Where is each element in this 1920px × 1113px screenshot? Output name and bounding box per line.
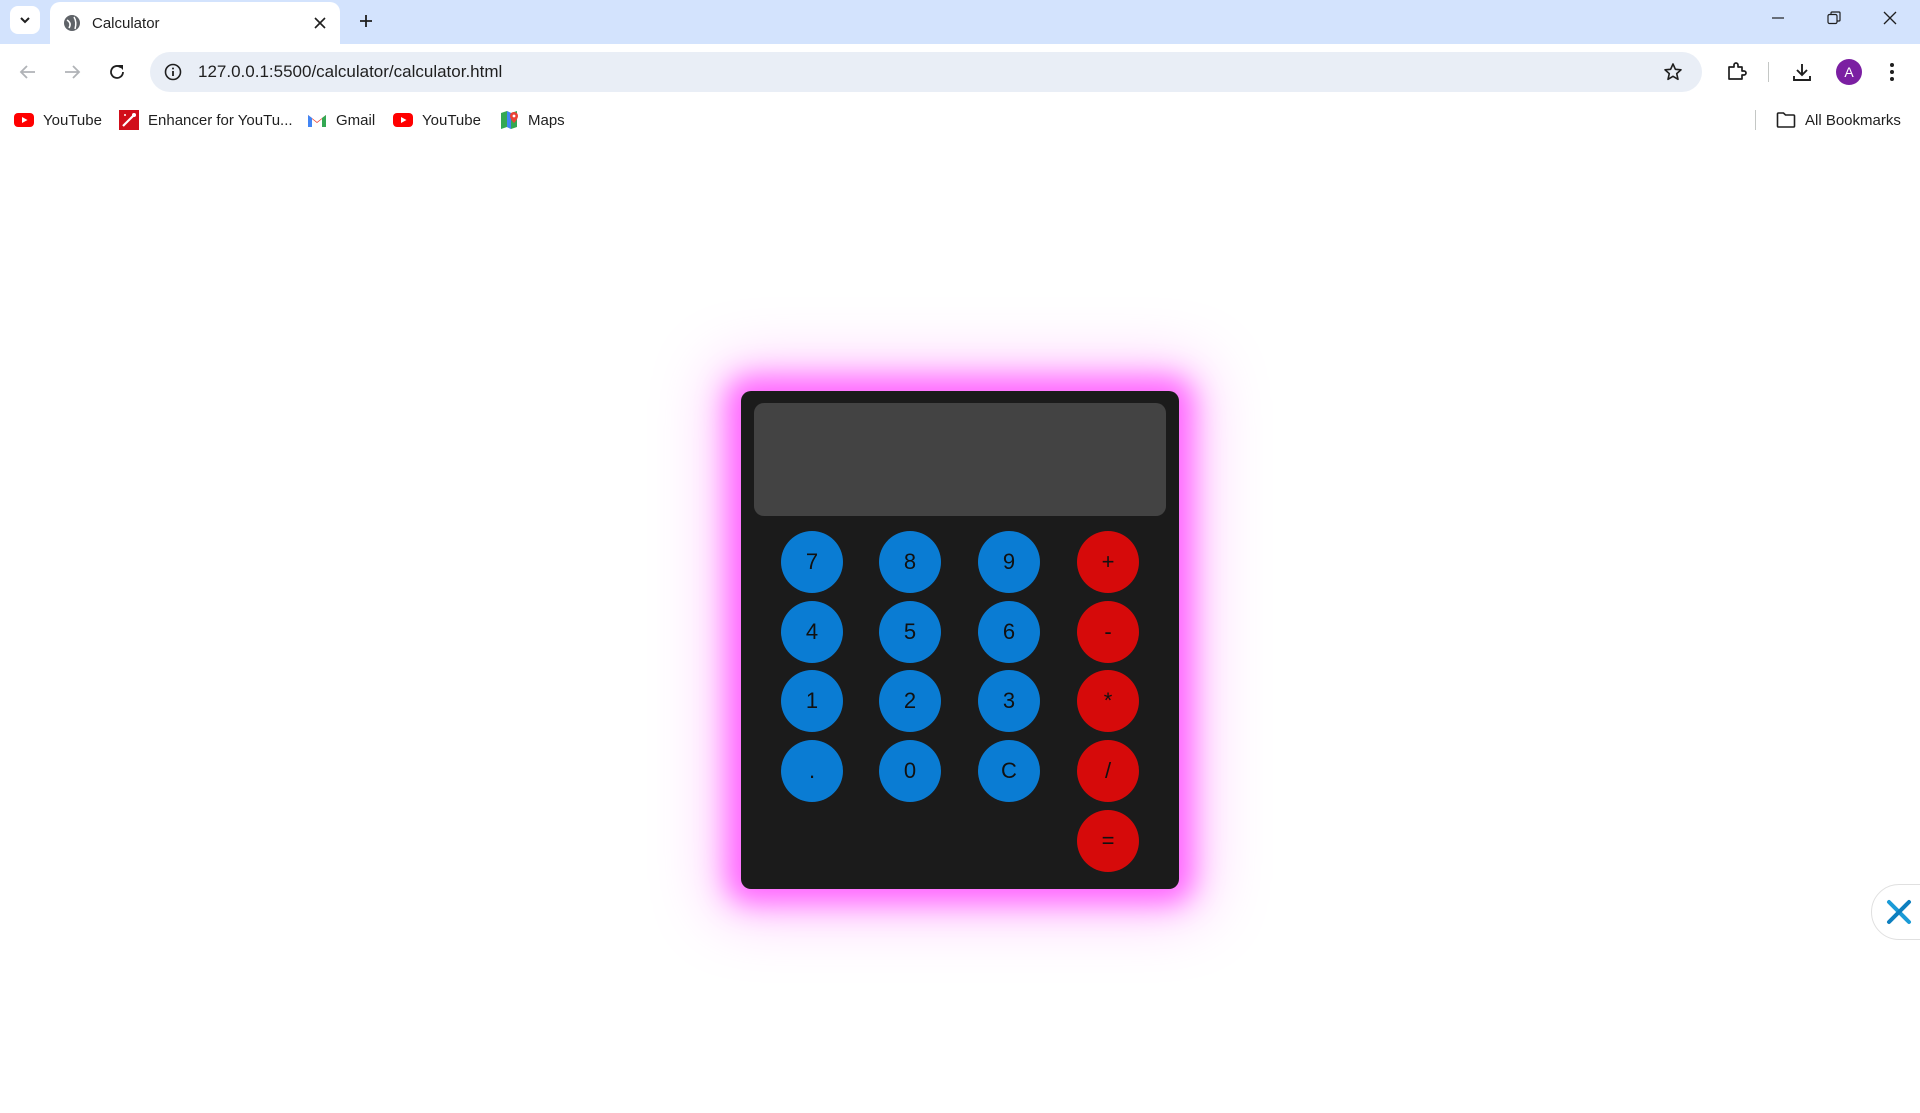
key-3[interactable]: 3: [978, 670, 1040, 732]
reload-icon: [110, 65, 124, 79]
download-icon: [1793, 64, 1811, 81]
bookmark-maps[interactable]: Maps: [499, 108, 565, 132]
calculator-display: [754, 403, 1166, 516]
tab-title: Calculator: [92, 14, 160, 32]
new-tab-button[interactable]: [352, 7, 380, 35]
back-button[interactable]: [12, 56, 44, 88]
restore-icon: [1827, 11, 1841, 25]
menu-button[interactable]: [1876, 56, 1908, 88]
bookmark-label: Enhancer for YouTu...: [148, 111, 293, 129]
key-clear[interactable]: C: [978, 740, 1040, 802]
all-bookmarks-label: All Bookmarks: [1805, 111, 1901, 129]
key-6[interactable]: 6: [978, 601, 1040, 663]
key-1[interactable]: 1: [781, 670, 843, 732]
downloads-button[interactable]: [1786, 56, 1818, 88]
bookmark-label: YouTube: [422, 111, 481, 129]
key-0[interactable]: 0: [879, 740, 941, 802]
plus-icon: [360, 15, 372, 27]
bookmarks-divider: [1755, 110, 1756, 130]
key-5[interactable]: 5: [879, 601, 941, 663]
puzzle-icon: [1728, 62, 1747, 80]
close-tab-icon[interactable]: [308, 11, 332, 35]
profile-avatar[interactable]: A: [1836, 59, 1862, 85]
chevron-down-icon: [20, 17, 30, 24]
extensions-button[interactable]: [1720, 56, 1752, 88]
minimize-icon: [1772, 17, 1784, 19]
reload-button[interactable]: [101, 56, 133, 88]
tab-calculator[interactable]: Calculator: [50, 2, 340, 44]
key-plus[interactable]: +: [1077, 531, 1139, 593]
key-divide[interactable]: /: [1077, 740, 1139, 802]
browser-toolbar: 127.0.0.1:5500/calculator/calculator.htm…: [0, 44, 1920, 100]
globe-icon: [62, 13, 82, 33]
maps-icon: [499, 110, 519, 130]
key-equals[interactable]: =: [1077, 810, 1139, 872]
bookmark-youtube[interactable]: YouTube: [14, 108, 102, 132]
back-arrow-icon: [19, 65, 35, 79]
url-text[interactable]: 127.0.0.1:5500/calculator/calculator.htm…: [198, 62, 1660, 82]
calculator: 7 8 9 + 4 5 6 - 1 2 3 * . 0 C / =: [741, 391, 1179, 889]
site-info-icon[interactable]: [162, 61, 184, 83]
key-decimal[interactable]: .: [781, 740, 843, 802]
minimize-button[interactable]: [1750, 0, 1806, 36]
key-7[interactable]: 7: [781, 531, 843, 593]
address-bar[interactable]: 127.0.0.1:5500/calculator/calculator.htm…: [150, 52, 1702, 92]
youtube-icon: [14, 110, 34, 130]
forward-arrow-icon: [65, 65, 81, 79]
bookmark-label: Gmail: [336, 111, 376, 129]
tab-search-button[interactable]: [10, 6, 40, 34]
key-9[interactable]: 9: [978, 531, 1040, 593]
gmail-icon: [307, 110, 327, 130]
key-2[interactable]: 2: [879, 670, 941, 732]
bookmarks-bar: YouTube Enhancer for YouTu... Gmail YouT…: [0, 100, 1920, 140]
bookmark-label: YouTube: [43, 111, 102, 129]
close-icon: [1883, 11, 1897, 25]
enhancer-icon: [119, 110, 139, 130]
close-window-button[interactable]: [1862, 0, 1918, 36]
bookmark-label: Maps: [528, 111, 565, 129]
key-multiply[interactable]: *: [1077, 670, 1139, 732]
forward-button[interactable]: [56, 56, 88, 88]
tab-strip: Calculator: [0, 0, 1920, 44]
tools-icon: [1887, 900, 1911, 924]
kebab-menu-icon: [1890, 63, 1894, 81]
bookmark-youtube-2[interactable]: YouTube: [393, 108, 481, 132]
restore-button[interactable]: [1806, 0, 1862, 36]
bookmark-gmail[interactable]: Gmail: [307, 108, 375, 132]
bookmark-enhancer[interactable]: Enhancer for YouTu...: [119, 108, 293, 132]
key-8[interactable]: 8: [879, 531, 941, 593]
side-widget-button[interactable]: [1871, 884, 1920, 940]
folder-icon: [1776, 110, 1796, 130]
toolbar-divider: [1768, 62, 1769, 82]
youtube-icon: [393, 110, 413, 130]
key-4[interactable]: 4: [781, 601, 843, 663]
key-minus[interactable]: -: [1077, 601, 1139, 663]
all-bookmarks-button[interactable]: All Bookmarks: [1776, 108, 1901, 132]
bookmark-star-icon[interactable]: [1660, 59, 1686, 85]
